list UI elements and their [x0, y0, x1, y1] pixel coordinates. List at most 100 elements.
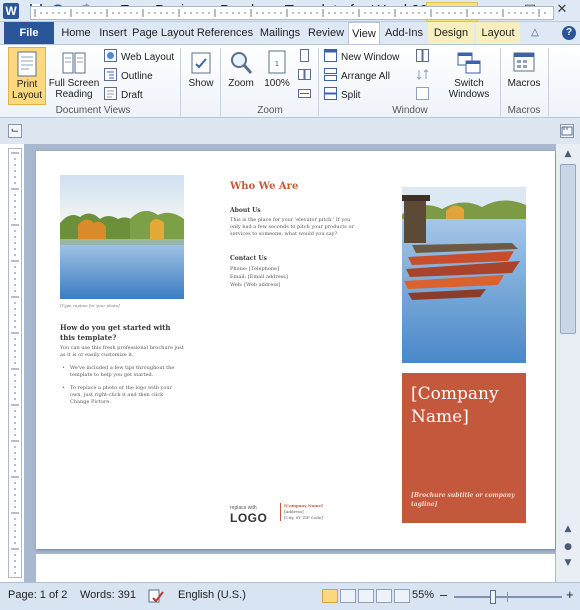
tab-page-layout[interactable]: Page Layout [132, 22, 194, 44]
photo-caption[interactable]: [Type caption for your photo] [60, 303, 184, 308]
who-we-are-heading[interactable]: Who We Are [230, 181, 380, 192]
web-layout-view-icon[interactable] [358, 589, 374, 603]
ribbon-separator [180, 48, 181, 116]
list-item[interactable]: • To replace a photo or the logo with you… [62, 385, 184, 406]
reset-window-icon [416, 87, 429, 100]
tab-add-ins[interactable]: Add-Ins [382, 22, 426, 44]
zoom-100-label: 100% [264, 78, 290, 89]
tab-file[interactable]: File [4, 22, 54, 44]
contact-us-heading[interactable]: Contact Us [230, 255, 360, 262]
document-area[interactable]: [Type caption for your photo] How do you… [24, 144, 556, 582]
split-button[interactable]: Split [324, 87, 360, 104]
minimize-ribbon-icon[interactable]: △ [528, 22, 542, 44]
boats-photo[interactable] [402, 187, 526, 363]
web-layout-icon [104, 49, 117, 62]
company-subtitle[interactable]: [Brochure subtitle or company tagline] [411, 491, 521, 509]
tab-home[interactable]: Home [58, 22, 94, 44]
tab-selector-icon[interactable]: ⌙ [8, 124, 22, 138]
macros-button[interactable]: Macros [504, 47, 544, 105]
view-ruler-icon[interactable] [560, 124, 574, 138]
switch-windows-button[interactable]: Switch Windows [440, 47, 498, 105]
company-name[interactable]: [Company Name] [411, 383, 521, 429]
switch-windows-label: Switch Windows [448, 78, 490, 100]
logo-placeholder[interactable]: LOGO [230, 511, 278, 525]
tab-view[interactable]: View [348, 22, 380, 44]
word-app-icon[interactable]: W [3, 3, 19, 19]
show-icon [191, 52, 211, 74]
left-heading[interactable]: How do you get started with this templat… [60, 323, 184, 343]
tab-layout[interactable]: Layout [476, 22, 520, 44]
reset-window-position-button[interactable] [416, 87, 433, 104]
full-screen-reading-button[interactable]: Full Screen Reading [48, 47, 100, 105]
show-button[interactable]: Show [184, 47, 218, 105]
two-pages-icon [298, 69, 311, 80]
macros-label: Macros [507, 78, 541, 89]
zoom-in-button[interactable]: + [566, 587, 574, 602]
page-count[interactable]: Page: 1 of 2 [8, 589, 67, 601]
address-block[interactable]: [Company Name] [Address] [City, ST ZIP C… [280, 503, 350, 521]
list-item[interactable]: • We've included a few tips throughout th… [62, 365, 184, 379]
tip-text: To replace a photo or the logo with your… [70, 385, 172, 405]
company-name-block[interactable]: [Company Name] [Brochure subtitle or com… [402, 373, 526, 523]
synchronous-scrolling-button[interactable] [416, 68, 433, 85]
document-page-2[interactable] [36, 554, 555, 582]
zoom-slider-thumb[interactable] [489, 590, 496, 604]
full-screen-reading-label: Full Screen Reading [48, 78, 100, 100]
proofing-icon[interactable] [148, 589, 164, 606]
about-us-text[interactable]: This is the place for your 'elevator pit… [230, 217, 360, 238]
two-pages-button[interactable] [298, 68, 315, 85]
contact-email[interactable]: Email: [Email address] [230, 273, 360, 281]
vertical-ruler[interactable] [8, 148, 22, 578]
one-page-button[interactable] [298, 49, 315, 66]
ribbon: Print Layout Full Screen Reading Web Lay… [0, 44, 580, 118]
arrange-all-button[interactable]: Arrange All [324, 68, 390, 85]
outline-label: Outline [121, 71, 153, 82]
page-width-button[interactable] [298, 87, 315, 104]
new-window-button[interactable]: New Window [324, 49, 399, 66]
scrollbar-thumb[interactable] [560, 164, 576, 334]
full-screen-view-icon[interactable] [340, 589, 356, 603]
scroll-down-icon[interactable]: ▼ [560, 556, 576, 570]
word-count[interactable]: Words: 391 [80, 589, 136, 601]
vertical-scrollbar[interactable]: ▲ ▲ ● ▼ [556, 144, 580, 582]
zoom-slider-track[interactable] [454, 590, 562, 604]
contact-phone[interactable]: Phone: [Telephone] [230, 265, 360, 273]
zoom-button[interactable]: Zoom [224, 47, 258, 105]
scroll-up-icon[interactable]: ▲ [560, 522, 576, 536]
tab-insert[interactable]: Insert [96, 22, 130, 44]
lake-photo[interactable] [60, 175, 184, 299]
view-side-by-side-button[interactable] [416, 49, 433, 66]
window-group-label: Window [392, 105, 428, 116]
zoom-out-button[interactable]: – [440, 587, 447, 602]
language-indicator[interactable]: English (U.S.) [178, 589, 246, 601]
about-us-heading[interactable]: About Us [230, 207, 360, 214]
svg-text:1: 1 [275, 60, 279, 68]
tips-list: • We've included a few tips throughout th… [62, 365, 184, 406]
select-browse-object-icon[interactable]: ● [560, 540, 576, 554]
zoom-100-button[interactable]: 1 100% [260, 47, 294, 105]
scroll-up-arrow-icon[interactable]: ▲ [560, 147, 576, 161]
tab-review[interactable]: Review [306, 22, 346, 44]
horizontal-ruler[interactable] [30, 6, 554, 20]
document-page[interactable]: [Type caption for your photo] How do you… [36, 151, 555, 549]
tab-mailings[interactable]: Mailings [256, 22, 304, 44]
document-views-group-label: Document Views [55, 105, 131, 116]
contact-web[interactable]: Web: [Web address] [230, 281, 360, 289]
sync-scroll-icon [416, 69, 429, 80]
help-icon[interactable]: ? [562, 26, 576, 40]
draft-icon [104, 87, 117, 100]
draft-button[interactable]: Draft [104, 87, 143, 104]
print-layout-view-icon[interactable] [322, 589, 338, 603]
tab-design[interactable]: Design [428, 22, 474, 44]
outline-view-icon[interactable] [376, 589, 392, 603]
zoom-group-label: Zoom [257, 105, 283, 116]
outline-button[interactable]: Outline [104, 68, 153, 85]
zoom-level[interactable]: 55% [412, 589, 434, 601]
web-layout-button[interactable]: Web Layout [104, 49, 174, 66]
tab-references[interactable]: References [196, 22, 254, 44]
ribbon-separator [318, 48, 319, 116]
lake-photo-image [60, 175, 184, 299]
draft-view-icon[interactable] [394, 589, 410, 603]
left-intro-text[interactable]: You can use this fresh professional broc… [60, 345, 184, 359]
print-layout-button[interactable]: Print Layout [8, 47, 46, 105]
